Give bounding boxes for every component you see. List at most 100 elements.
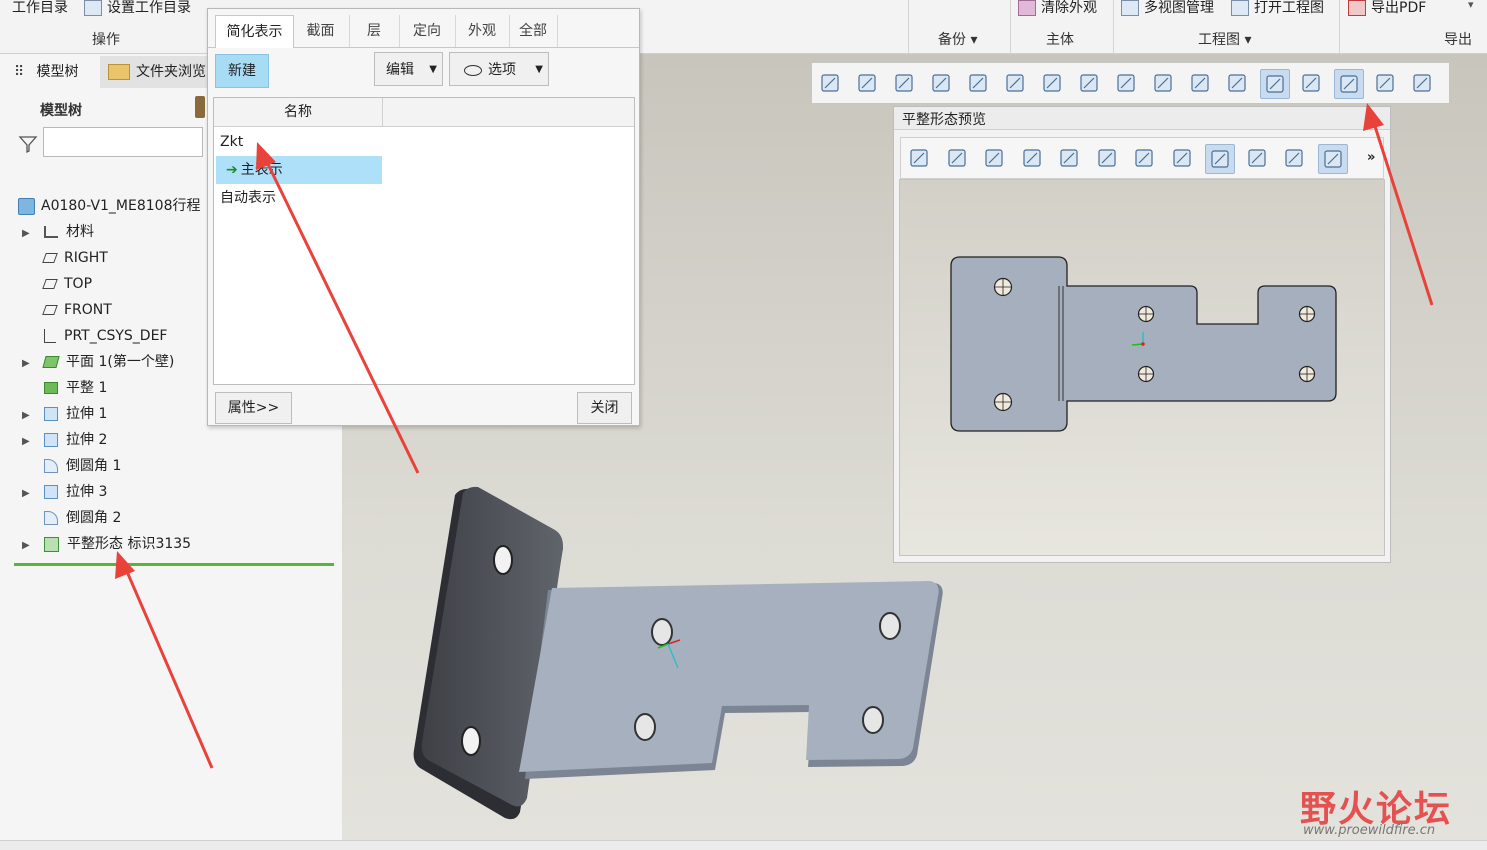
csys-display-icon[interactable] (1260, 69, 1290, 99)
set-work-dir-label: 设置工作目录 (107, 0, 191, 16)
view-manager-icon[interactable] (1038, 69, 1066, 97)
multi-view-manager-label: 多视图管理 (1144, 0, 1214, 16)
view-toolbar (811, 62, 1450, 104)
work-dir-button[interactable]: 工作目录 (12, 0, 68, 17)
display-style-icon[interactable] (964, 69, 992, 97)
tree-item[interactable]: ▶ 平整形态 标识3135 (22, 531, 332, 557)
repaint-icon[interactable] (1018, 144, 1046, 172)
expand-arrow-icon[interactable]: ▶ (22, 221, 34, 247)
spin-center-icon[interactable] (1371, 69, 1399, 97)
material-icon (44, 226, 58, 238)
clear-appearance-button[interactable]: 清除外观 (1018, 0, 1097, 17)
zoom-out-icon[interactable] (890, 69, 918, 97)
annotation-display-icon[interactable] (1297, 69, 1325, 97)
datum-plane-icon (42, 253, 58, 263)
tree-item[interactable]: ▶ 拉伸 3 (22, 479, 332, 505)
tree-item[interactable]: ▶ 拉伸 2 (22, 427, 332, 453)
plate-hole (651, 618, 673, 646)
dialog-tab[interactable]: 全部 (509, 15, 558, 47)
dialog-tab[interactable]: 简化表示 (215, 15, 294, 48)
close-button[interactable]: 关闭 (577, 392, 632, 424)
tree-item-label: 倒圆角 1 (66, 458, 122, 474)
representation-list: 名称 Zkt ➔ 主表示 自动表示 (213, 97, 635, 385)
flange-hole (461, 726, 481, 756)
refit-icon[interactable] (905, 144, 933, 172)
plate-face (519, 581, 939, 772)
eye-icon (464, 64, 482, 76)
extrude-icon (44, 407, 58, 421)
perspective-icon[interactable] (1130, 144, 1158, 172)
multi-view-manager-button[interactable]: 多视图管理 (1121, 0, 1214, 17)
tree-item[interactable]: 倒圆角 1 (22, 453, 332, 479)
flat-state-icon[interactable] (1280, 144, 1308, 172)
dialog-tab[interactable]: 截面 (292, 15, 350, 47)
overflow-chevron-icon[interactable]: » (1367, 150, 1375, 165)
annotation-display-icon[interactable] (1243, 144, 1271, 172)
expand-arrow-icon[interactable]: ▶ (22, 351, 34, 377)
expand-arrow-icon[interactable]: ▶ (22, 429, 34, 455)
options-dropdown[interactable]: 选项 ▼ (449, 52, 549, 86)
export-pdf-label: 导出PDF (1371, 0, 1427, 16)
preview-titlebar: 平整形态预览 (894, 107, 1390, 130)
refit-icon[interactable] (816, 69, 844, 97)
folder-icon (84, 0, 102, 16)
dialog-tab[interactable]: 定向 (399, 15, 456, 47)
backup-label: 备份 (938, 32, 966, 48)
display-style-icon[interactable] (1055, 144, 1083, 172)
flat-pattern-preview-window: 平整形态预览 » (893, 106, 1391, 563)
drawing-dropdown[interactable]: 工程图 ▾ (1198, 29, 1251, 49)
tree-item[interactable]: 倒圆角 2 (22, 505, 332, 531)
list-item-master[interactable]: ➔ 主表示 (216, 156, 382, 184)
datum-plane-icon (42, 279, 58, 289)
list-item-auto[interactable]: 自动表示 (220, 184, 276, 212)
list-item-zkt[interactable]: Zkt (220, 128, 243, 156)
zoom-in-icon[interactable] (943, 144, 971, 172)
zoom-out-icon[interactable] (980, 144, 1008, 172)
more-icon[interactable] (1408, 69, 1436, 97)
expand-arrow-icon[interactable]: ▶ (22, 403, 34, 429)
preview-canvas[interactable] (899, 179, 1385, 556)
extrude-icon (44, 433, 58, 447)
repaint-icon[interactable] (927, 69, 955, 97)
point-display-icon[interactable] (1223, 69, 1251, 97)
tab-model-tree-label: 模型树 (36, 64, 79, 80)
dialog-tab[interactable]: 层 (349, 15, 400, 47)
set-work-dir-button[interactable]: 设置工作目录 (84, 0, 191, 17)
backup-dropdown[interactable]: 备份 ▾ (938, 29, 977, 49)
open-drawing-button[interactable]: 打开工程图 (1231, 0, 1324, 17)
tree-item-label: 拉伸 3 (66, 484, 108, 500)
flat-pattern-preview-icon[interactable] (1334, 69, 1364, 99)
properties-button[interactable]: 属性>> (215, 392, 292, 424)
tree-item-label: PRT_CSYS_DEF (64, 328, 168, 344)
export-pdf-button[interactable]: 导出PDF (1348, 0, 1426, 17)
plane-display-icon[interactable] (1149, 69, 1177, 97)
saved-views-icon[interactable] (1001, 69, 1029, 97)
settings-icon[interactable] (195, 96, 205, 118)
csys-display-icon[interactable] (1205, 144, 1235, 174)
tab-model-tree[interactable]: ⠿ 模型树 (14, 54, 98, 90)
filter-icon[interactable] (18, 134, 38, 154)
tree-root[interactable]: A0180-V1_ME8108行程 (18, 193, 200, 219)
perspective-icon[interactable] (1075, 69, 1103, 97)
ribbon-divider (1010, 0, 1011, 53)
edit-dropdown[interactable]: 编辑 ▼ (374, 52, 443, 86)
saved-views-icon[interactable] (1093, 144, 1121, 172)
ribbon-overflow-icon[interactable]: ▾ (1468, 0, 1474, 11)
dialog-tab[interactable]: 外观 (455, 15, 510, 47)
tab-folder-browser[interactable]: 文件夹浏览 (100, 56, 208, 88)
flat-pattern-preview-icon[interactable] (1317, 144, 1348, 174)
datum-display-icon[interactable] (1168, 144, 1196, 172)
axis-display-icon[interactable] (1186, 69, 1214, 97)
tree-item-label: RIGHT (64, 250, 108, 266)
tree-filter-input[interactable] (43, 127, 203, 157)
new-button[interactable]: 新建 (215, 54, 269, 88)
datum-display-icon[interactable] (1112, 69, 1140, 97)
expand-arrow-icon[interactable]: ▶ (22, 533, 34, 559)
column-name-header[interactable]: 名称 (214, 98, 383, 126)
zoom-in-icon[interactable] (853, 69, 881, 97)
group-operation-label: 操作 (92, 32, 120, 48)
list-header: 名称 (214, 98, 634, 127)
expand-arrow-icon[interactable]: ▶ (22, 481, 34, 507)
tab-folder-browser-label: 文件夹浏览 (136, 64, 206, 80)
options-label: 选项 (488, 62, 516, 78)
